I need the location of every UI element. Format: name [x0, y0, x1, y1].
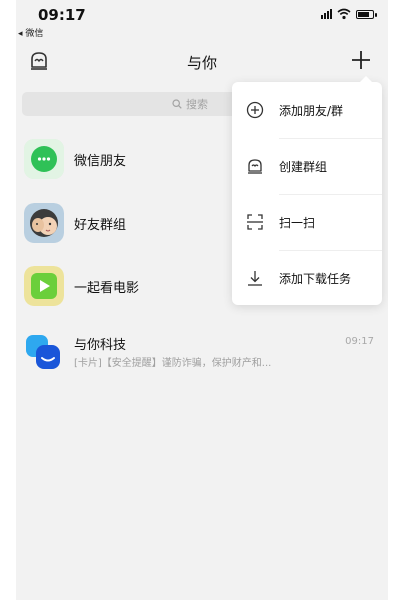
search-placeholder: 搜索: [172, 96, 208, 112]
status-time: 09:17: [38, 6, 86, 24]
menu-item-add-friend[interactable]: 添加朋友/群: [232, 82, 382, 138]
avatar: [24, 266, 64, 306]
status-bar: 09:17 ◂ 微信: [16, 0, 388, 42]
menu-item-scan[interactable]: 扫一扫: [232, 194, 382, 250]
add-circle-icon: [246, 101, 264, 119]
avatar: [24, 203, 64, 243]
signal-icon: [321, 9, 332, 19]
play-icon: [24, 266, 64, 306]
status-icons: [321, 8, 377, 20]
menu-item-label: 创建群组: [279, 159, 328, 174]
search-placeholder-text: 搜索: [186, 98, 208, 111]
chat-name: 与你科技: [74, 338, 127, 353]
avatar: [24, 139, 64, 179]
menu-item-label: 添加朋友/群: [279, 103, 344, 118]
page-title: 与你: [186, 54, 217, 72]
search-icon: [172, 99, 182, 109]
app-screen: 09:17 ◂ 微信 与你 搜索 微信朋友 好友群组 一起看电影 与你科技 09…: [16, 0, 388, 600]
menu-item-add-download[interactable]: 添加下载任务: [232, 250, 382, 306]
create-group-icon: [248, 159, 262, 174]
battery-icon: [356, 9, 377, 19]
chat-time: 09:17: [345, 336, 374, 347]
menu-item-create-group[interactable]: 创建群组: [232, 138, 382, 194]
nav-bar: 与你: [16, 42, 388, 82]
list-item-yuni-tech[interactable]: 与你科技 09:17 [卡片]【安全提醒】谨防诈骗，保护财产和...: [16, 322, 388, 384]
menu-item-label: 扫一扫: [279, 215, 316, 230]
chat-name: 微信朋友: [74, 154, 127, 169]
avatar: [24, 332, 64, 372]
download-icon: [248, 271, 262, 286]
chat-name: 好友群组: [74, 218, 127, 233]
yuni-logo-icon: [26, 335, 60, 369]
group-avatar-icon: [24, 203, 64, 243]
add-menu-popup: 添加朋友/群 创建群组 扫一扫 添加下载任务: [232, 76, 382, 306]
back-to-app-link[interactable]: ◂ 微信: [18, 26, 43, 39]
wechat-chat-icon: [24, 139, 64, 179]
chat-name: 一起看电影: [74, 281, 140, 296]
plus-icon[interactable]: [350, 49, 372, 71]
scan-icon: [247, 214, 263, 230]
chat-preview: [卡片]【安全提醒】谨防诈骗，保护财产和...: [74, 358, 272, 369]
wifi-icon: [337, 8, 351, 20]
menu-item-label: 添加下载任务: [279, 271, 352, 286]
